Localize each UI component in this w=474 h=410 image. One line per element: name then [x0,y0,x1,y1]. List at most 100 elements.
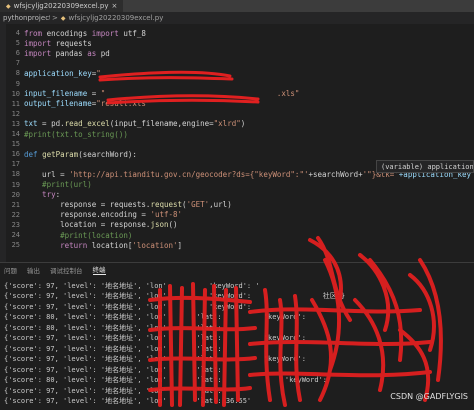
code-token: "xlrd" [213,119,241,129]
code-token: response = requests. [24,200,151,210]
code-line[interactable]: 6 import pandas as pd [6,48,474,58]
panel-tab[interactable]: 终端 [92,264,106,275]
code-line[interactable]: 25 return location['location'] [6,240,474,250]
code-token: from [24,28,43,38]
terminal-line: {'score': 97, 'level': '地名地址', 'lon' 'la… [4,344,222,353]
code-text: txt = pd.read_excel(input_filename,engin… [24,119,245,128]
code-token: encodings [42,28,92,38]
breadcrumb-separator: > [52,14,58,22]
code-line[interactable]: 14 #print(txt.to_string()) [6,129,474,139]
terminal-line: {'score': 97, 'level': '地名地址', 'lon' 'la… [4,355,306,363]
code-token: .xls" [276,89,300,99]
code-token: read_excel [64,119,110,129]
code-token: import [91,28,119,38]
code-token: pd [96,48,110,58]
title-bar: ◆ wfsjcyljg20220309excel.py × [0,0,474,12]
code-line[interactable]: 22 response.encoding = 'utf-8' [6,210,474,220]
line-number: 23 [11,220,20,229]
code-token: import [24,38,52,48]
code-line[interactable]: 10 input_filename = " .xls" [6,89,474,99]
terminal-line: {'score': 97, 'level': '地名地址', 'lon' 'ke… [4,281,260,290]
code-text: import pandas as pd [24,49,110,58]
line-number: 17 [11,160,20,169]
code-line[interactable]: 4 from encodings import utf_8 [6,28,474,38]
code-token: url = [24,169,70,179]
code-token: " [96,68,101,78]
code-token: request [150,200,183,210]
code-token: location[ [87,240,133,250]
code-line[interactable]: 20 try: [6,190,474,200]
line-number: 18 [11,170,20,179]
line-number: 14 [11,130,20,138]
code-token: ,url) [209,200,232,210]
code-token: output_filename [24,99,92,109]
code-token: 'location' [132,240,178,250]
breadcrumb-file[interactable]: wfsjcyljg20220309excel.py [69,14,164,22]
terminal-line: {'score': 80, 'level': '地名地址', 'lon' 'la… [4,376,328,384]
panel-tab[interactable]: 调试控制台 [50,265,83,275]
code-text: import requests [24,39,92,48]
code-token: () [168,220,178,230]
code-token: 'utf-8' [150,210,183,220]
code-token: pandas [51,48,88,58]
code-text: def getParam(searchWord): [24,150,137,159]
line-number: 11 [11,99,20,108]
code-token: +searchWord+ [308,169,363,179]
project-name[interactable]: pythonproject [0,14,50,22]
terminal-line: {'score': 97, 'level': '地名地址', 'lon' 'ke… [4,302,252,311]
panel-tab[interactable]: 输出 [27,265,40,275]
code-token: 'GET' [186,200,210,210]
python-file-icon: ◆ [6,2,11,10]
code-line[interactable]: 5 import requests [6,38,474,48]
code-token: = [87,89,101,99]
panel-tab[interactable]: 问题 [4,265,17,275]
line-number: 5 [15,39,20,48]
line-number: 12 [11,109,20,118]
terminal-line: {'score': 97, 'level': '地名地址', 'lon' 'la… [4,334,306,342]
code-text: application_key=" [24,69,101,78]
code-line[interactable]: 13 txt = pd.read_excel(input_filename,eng… [6,119,474,129]
code-line[interactable]: 8 application_key=" [6,68,474,78]
csdn-watermark: CSDN @GADFLYGIS [390,392,468,401]
line-number: 20 [11,190,20,199]
python-file-icon: ◆ [60,14,66,22]
code-line[interactable]: 12 [6,109,474,119]
code-token: ] [177,240,183,250]
code-line[interactable]: 15 [6,139,474,149]
code-token: location = response. [24,220,151,230]
code-line[interactable]: 16 def getParam(searchWord): [6,149,474,159]
code-token: try [24,190,56,200]
line-number: 13 [11,119,20,128]
code-line[interactable]: 23 location = response.json() [6,220,474,230]
editor-tab[interactable]: ◆ wfsjcyljg20220309excel.py × [0,0,124,12]
code-text: from encodings import utf_8 [24,29,146,38]
line-number: 19 [11,180,20,189]
code-text: try: [24,190,60,199]
code-token: response.encoding = [24,210,151,220]
code-text: response = requests.request('GET',url) [24,200,232,209]
code-line[interactable]: 11 output_filename="result.xls" [6,99,474,109]
code-line[interactable]: 19 #print(url) [6,180,474,190]
code-line[interactable]: 9 [6,79,474,89]
line-number: 6 [15,49,20,58]
code-line[interactable]: 7 [6,58,474,68]
code-token: = pd. [37,119,65,129]
code-line[interactable]: 24 #print(location) [6,230,474,240]
code-text: output_filename="result.xls" [24,99,150,108]
code-token: requests [51,38,92,48]
code-token: #print(location) [24,230,133,240]
line-number: 9 [15,79,20,88]
line-number: 22 [11,210,20,219]
code-line[interactable]: 21 response = requests.request('GET',url… [6,200,474,210]
code-token: utf_8 [118,28,146,38]
code-token: json [150,220,169,230]
code-token: getParam [42,149,79,159]
terminal-output[interactable]: {'score': 97, 'level': '地名地址', 'lon' 'ke… [0,276,474,410]
line-number: 15 [11,140,20,149]
line-number: 7 [15,59,20,68]
code-editor[interactable]: 4 from encodings import utf_8 5 import requ… [6,24,474,262]
terminal-line: {'score': 80, 'level': '地名地址', 'lon' 'la… [4,323,222,332]
close-tab-icon[interactable]: × [111,2,117,10]
